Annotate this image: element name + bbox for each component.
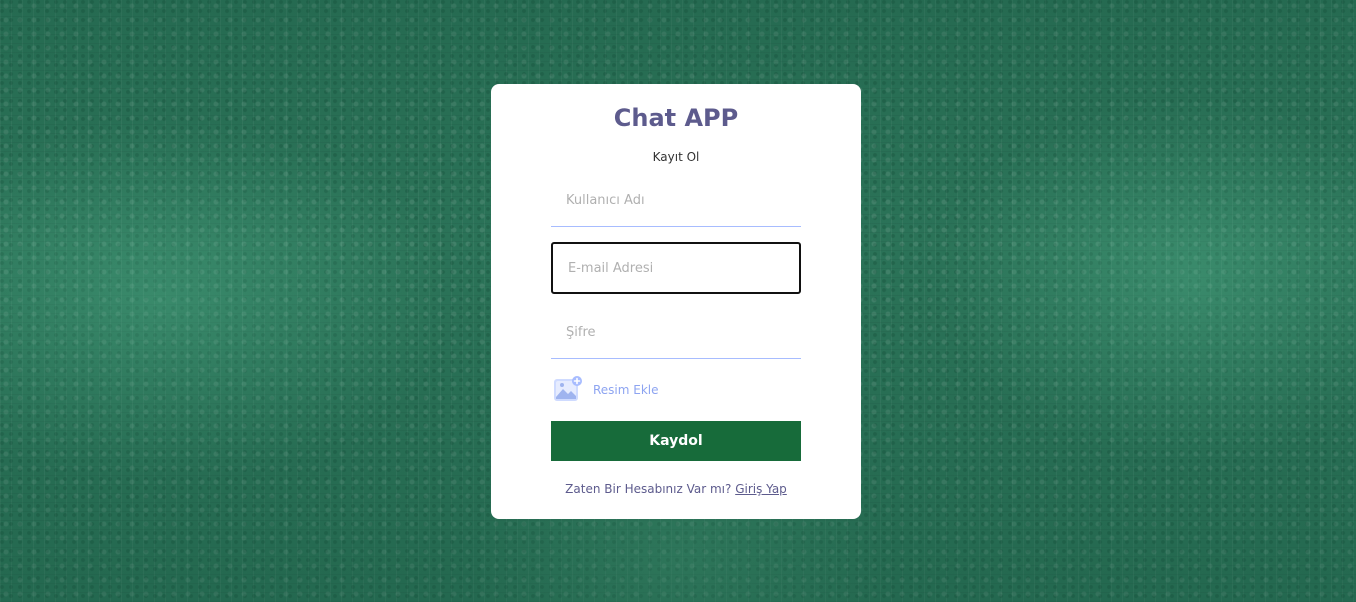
add-image-button[interactable]: Resim Ekle <box>553 374 659 406</box>
add-image-label: Resim Ekle <box>593 383 659 397</box>
email-input[interactable] <box>551 242 801 294</box>
form-subtitle: Kayıt Ol <box>652 150 700 164</box>
login-link[interactable]: Giriş Yap <box>735 482 787 496</box>
app-title: Chat APP <box>613 104 739 132</box>
login-prompt-text: Zaten Bir Hesabınız Var mı? <box>565 482 732 496</box>
username-input[interactable] <box>551 175 801 227</box>
add-image-icon <box>554 376 582 401</box>
register-button[interactable]: Kaydol <box>551 421 801 461</box>
login-prompt: Zaten Bir Hesabınız Var mı? Giriş Yap <box>491 482 861 496</box>
password-input[interactable] <box>551 307 801 359</box>
register-card: Chat APP Kayıt Ol Resim Ekle Kaydol Zate… <box>491 84 861 519</box>
